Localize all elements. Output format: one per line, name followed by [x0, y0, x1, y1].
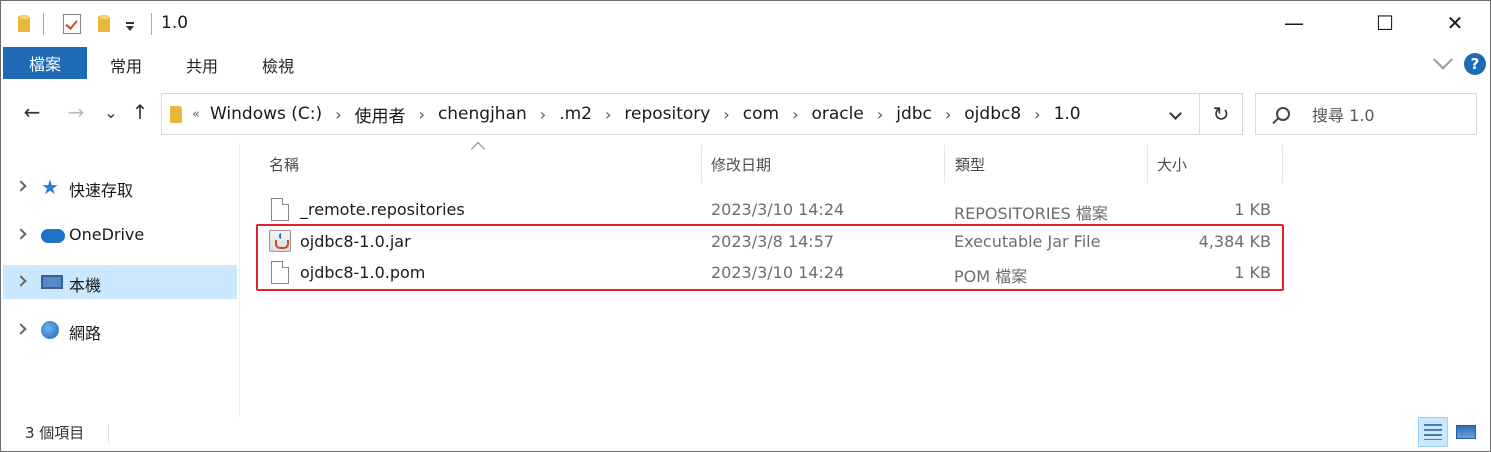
- large-icons-view-button[interactable]: [1451, 417, 1481, 447]
- customize-toolbar-icon[interactable]: [119, 15, 141, 41]
- breadcrumb-separator[interactable]: ›: [877, 105, 883, 124]
- breadcrumb-item-current[interactable]: 1.0: [1054, 104, 1081, 124]
- expand-chevron-icon[interactable]: [15, 228, 27, 240]
- cloud-icon: [41, 229, 65, 243]
- breadcrumb-overflow[interactable]: «: [192, 107, 200, 122]
- computer-icon: [41, 275, 63, 289]
- minimize-button[interactable]: —: [1266, 1, 1322, 45]
- column-header-name[interactable]: 名稱: [269, 145, 701, 183]
- navigation-bar: ← → ⌄ ↑ « Windows (C:) › 使用者 › chengjhan…: [1, 83, 1490, 141]
- column-header-type[interactable]: 類型: [955, 145, 1147, 183]
- expand-chevron-icon[interactable]: [15, 275, 27, 287]
- breadcrumb-separator[interactable]: ›: [335, 105, 341, 124]
- column-divider[interactable]: [1147, 145, 1148, 183]
- pane-divider[interactable]: [239, 143, 240, 417]
- file-name: _remote.repositories: [300, 200, 465, 219]
- up-button[interactable]: ↑: [125, 97, 155, 127]
- breadcrumb-item[interactable]: 使用者: [355, 102, 406, 127]
- address-history-chevron-icon[interactable]: [1169, 107, 1182, 120]
- refresh-button[interactable]: ↻: [1200, 94, 1242, 134]
- sidebar-item-label: OneDrive: [69, 225, 145, 244]
- details-view-icon: [1424, 424, 1442, 440]
- back-button[interactable]: ←: [17, 97, 47, 127]
- expand-ribbon-icon[interactable]: [1433, 49, 1453, 70]
- sidebar-item-this-pc[interactable]: 本機: [3, 265, 237, 299]
- ribbon-tabs: 檔案 常用 共用 檢視 ?: [1, 45, 1490, 81]
- file-type: REPOSITORIES 檔案: [954, 204, 1108, 223]
- sidebar-item-label: 快速存取: [69, 181, 134, 200]
- sidebar-item-quick-access[interactable]: ★ 快速存取: [3, 170, 237, 204]
- tab-view[interactable]: 檢視: [249, 49, 307, 81]
- navigation-pane: ★ 快速存取 OneDrive 本機 網路: [1, 143, 239, 413]
- breadcrumb-item[interactable]: repository: [624, 104, 710, 124]
- column-divider[interactable]: [1282, 145, 1283, 183]
- title-separator: [151, 13, 152, 35]
- address-bar[interactable]: « Windows (C:) › 使用者 › chengjhan › .m2 ›…: [161, 93, 1243, 135]
- breadcrumb-item[interactable]: .m2: [559, 104, 592, 124]
- file-date: 2023/3/10 14:24: [711, 200, 845, 219]
- tab-share[interactable]: 共用: [173, 49, 231, 81]
- breadcrumb-separator[interactable]: ›: [605, 105, 611, 124]
- file-row[interactable]: _remote.repositories 2023/3/10 14:24 REP…: [261, 194, 1281, 226]
- sidebar-item-network[interactable]: 網路: [3, 313, 237, 347]
- new-folder-icon[interactable]: [93, 11, 115, 37]
- breadcrumb-item[interactable]: com: [743, 104, 779, 124]
- breadcrumb-separator[interactable]: ›: [1034, 105, 1040, 124]
- help-icon[interactable]: ?: [1464, 53, 1486, 75]
- close-button[interactable]: ✕: [1427, 1, 1483, 45]
- status-divider: [108, 425, 109, 443]
- sidebar-item-onedrive[interactable]: OneDrive: [3, 218, 237, 252]
- title-bar: 1.0 — ☐ ✕: [1, 1, 1490, 45]
- tab-home[interactable]: 常用: [97, 49, 155, 81]
- expand-chevron-icon[interactable]: [15, 180, 27, 192]
- breadcrumb-separator[interactable]: ›: [540, 105, 546, 124]
- column-divider[interactable]: [701, 145, 702, 183]
- sidebar-item-label: 網路: [69, 324, 102, 343]
- folder-icon: [13, 11, 35, 37]
- breadcrumb-item[interactable]: Windows (C:): [210, 104, 322, 124]
- network-icon: [41, 321, 59, 339]
- breadcrumb-separator[interactable]: ›: [419, 105, 425, 124]
- breadcrumb-item[interactable]: oracle: [811, 104, 863, 124]
- window-title: 1.0: [161, 13, 189, 33]
- file-size: 1 KB: [1234, 200, 1271, 219]
- recent-locations-button[interactable]: ⌄: [101, 97, 121, 127]
- status-item-count: 3 個項目: [25, 424, 85, 442]
- properties-icon[interactable]: [59, 11, 85, 37]
- file-explorer-window: 1.0 — ☐ ✕ 檔案 常用 共用 檢視 ? ← → ⌄ ↑ « Window…: [0, 0, 1491, 452]
- star-icon: ★: [41, 175, 59, 199]
- breadcrumb-item[interactable]: jdbc: [896, 104, 932, 124]
- column-header-size[interactable]: 大小: [1157, 145, 1281, 183]
- toolbar-separator: [43, 13, 44, 35]
- search-box[interactable]: 搜尋 1.0: [1255, 93, 1477, 135]
- breadcrumb-separator[interactable]: ›: [723, 105, 729, 124]
- folder-icon: [170, 105, 182, 123]
- breadcrumb-item[interactable]: chengjhan: [438, 104, 527, 124]
- column-divider[interactable]: [944, 145, 945, 183]
- column-header-date[interactable]: 修改日期: [711, 145, 943, 183]
- breadcrumb-separator[interactable]: ›: [792, 105, 798, 124]
- breadcrumb-separator[interactable]: ›: [945, 105, 951, 124]
- breadcrumb: « Windows (C:) › 使用者 › chengjhan › .m2 ›…: [192, 102, 1081, 127]
- maximize-button[interactable]: ☐: [1357, 1, 1413, 45]
- highlight-box: [256, 224, 1284, 291]
- tab-file[interactable]: 檔案: [3, 47, 87, 79]
- breadcrumb-item[interactable]: ojdbc8: [964, 104, 1021, 124]
- large-icons-view-icon: [1456, 425, 1476, 439]
- expand-chevron-icon[interactable]: [15, 323, 27, 335]
- search-input[interactable]: 搜尋 1.0: [1312, 102, 1375, 126]
- details-view-button[interactable]: [1418, 417, 1448, 447]
- search-icon: [1276, 107, 1290, 121]
- forward-button[interactable]: →: [61, 97, 91, 127]
- file-icon: [271, 198, 289, 221]
- ribbon-controls: ?: [1433, 49, 1486, 75]
- sidebar-item-label: 本機: [69, 276, 102, 295]
